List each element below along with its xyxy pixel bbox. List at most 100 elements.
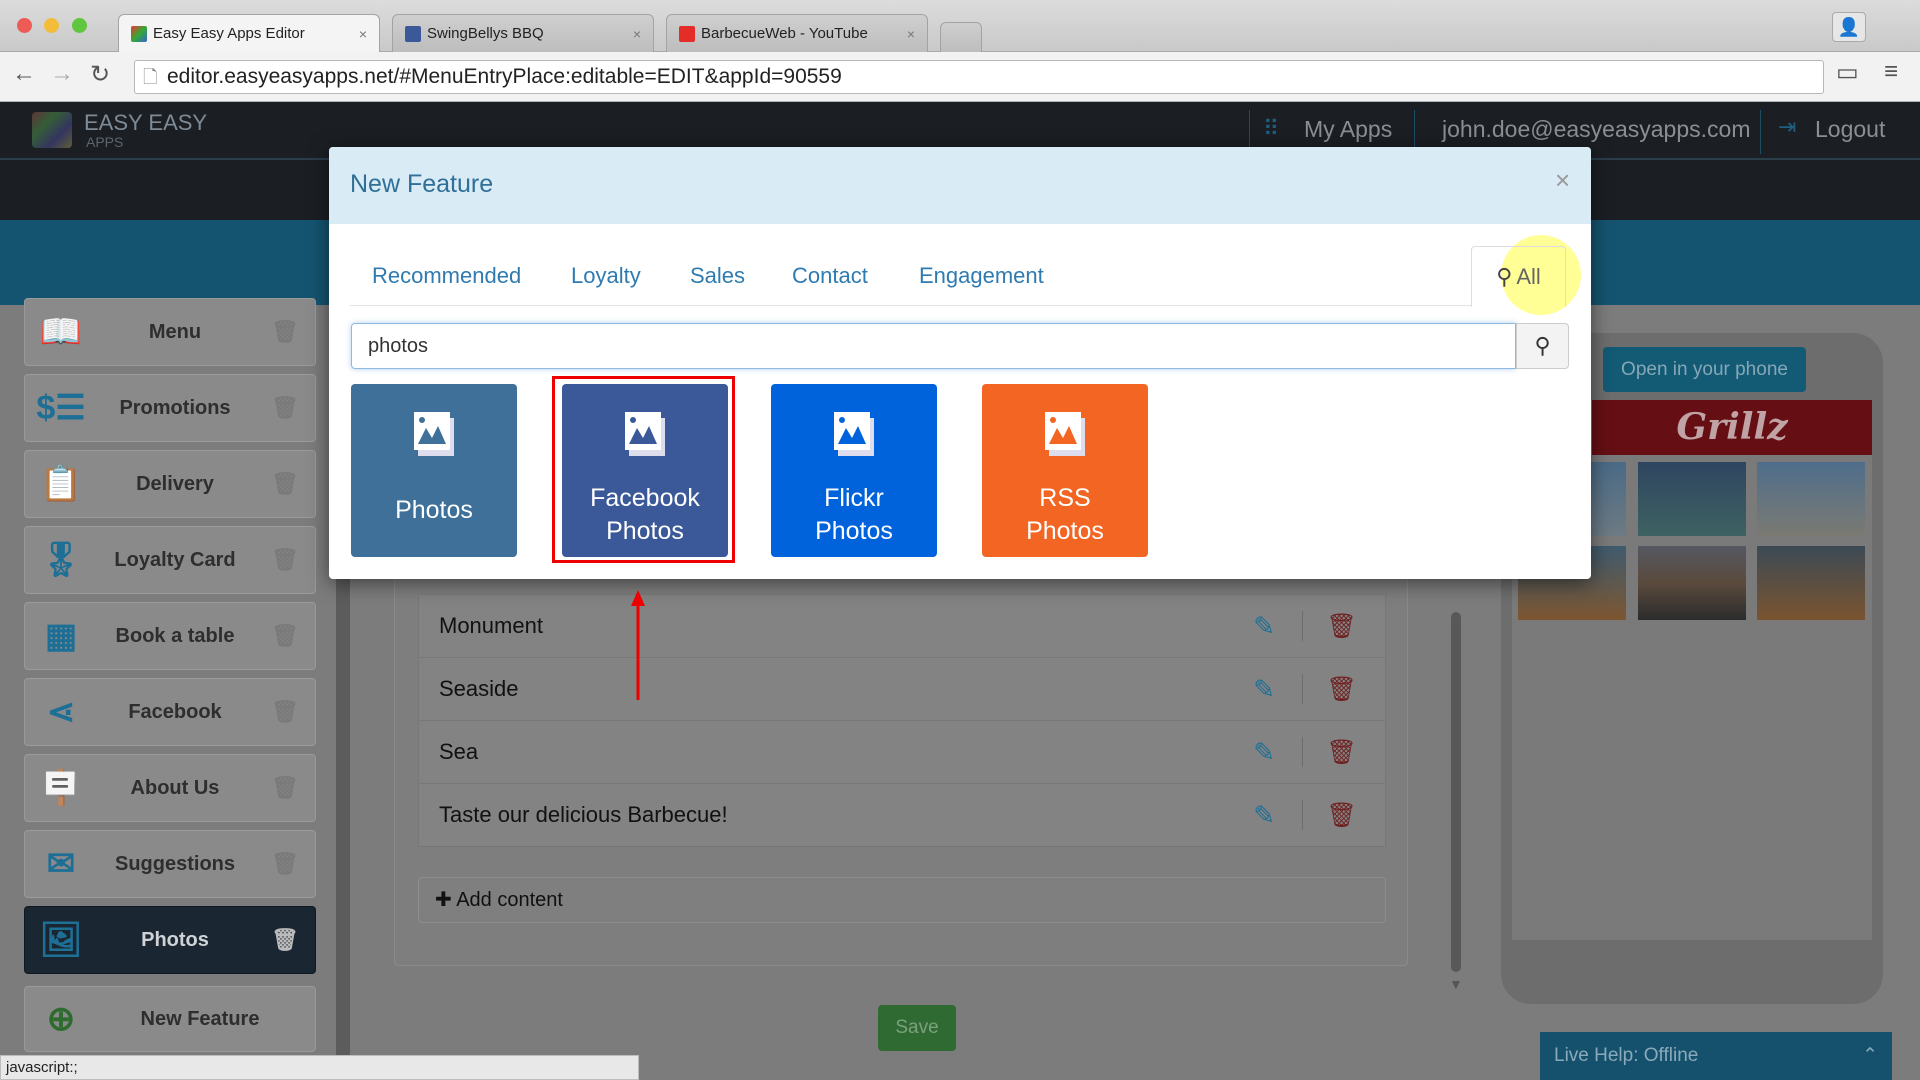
logout-icon: ⇥ bbox=[1778, 114, 1797, 139]
my-apps-link[interactable]: My Apps bbox=[1304, 116, 1392, 143]
ribbon-icon: 🎖 bbox=[39, 541, 83, 579]
url-text: editor.easyeasyapps.net/#MenuEntryPlace:… bbox=[167, 65, 842, 88]
book-icon: 📖 bbox=[39, 313, 83, 351]
feature-tile-flickr-photos[interactable]: Flickr Photos bbox=[771, 384, 937, 557]
trash-icon[interactable]: 🗑 bbox=[265, 319, 305, 345]
close-icon[interactable]: × bbox=[1555, 165, 1570, 196]
row-title: Seaside bbox=[439, 676, 519, 701]
close-window-button[interactable] bbox=[17, 18, 32, 33]
photo-thumbnail[interactable] bbox=[1638, 546, 1746, 620]
sidebar-item-label: Suggestions bbox=[114, 852, 235, 875]
user-email-link[interactable]: john.doe@easyeasyapps.com bbox=[1442, 116, 1750, 143]
sidebar-item-loyalty-card[interactable]: 🎖 Loyalty Card 🗑 bbox=[24, 526, 316, 594]
trash-icon[interactable]: 🗑 bbox=[1327, 612, 1357, 641]
tab-close-icon[interactable]: × bbox=[633, 26, 641, 42]
tab-engagement[interactable]: Engagement bbox=[919, 263, 1044, 289]
plus-circle-icon: ⊕ bbox=[46, 1000, 76, 1038]
menu-icon[interactable]: ≡ bbox=[1884, 58, 1898, 86]
grid-icon: ⠿ bbox=[1263, 116, 1280, 141]
feature-tile-photos[interactable]: Photos bbox=[351, 384, 517, 557]
sidebar-item-promotions[interactable]: $☰ Promotions 🗑 bbox=[24, 374, 316, 442]
row-title: Taste our delicious Barbecue! bbox=[439, 802, 728, 827]
search-button[interactable]: ⚲ bbox=[1516, 323, 1569, 369]
live-help-label: Live Help: Offline bbox=[1554, 1045, 1699, 1066]
open-sign-icon: 🪧 bbox=[39, 769, 83, 807]
receipt-icon: $☰ bbox=[36, 389, 86, 427]
row-title: Monument bbox=[439, 613, 543, 638]
trash-icon[interactable]: 🗑 bbox=[265, 471, 305, 497]
sidebar-item-book-a-table[interactable]: ▦ Book a table 🗑 bbox=[24, 602, 316, 670]
reload-icon[interactable]: ↻ bbox=[90, 60, 110, 89]
youtube-favicon-icon bbox=[679, 25, 695, 42]
trash-icon[interactable]: 🗑 bbox=[265, 623, 305, 649]
trash-icon[interactable]: 🗑 bbox=[1327, 801, 1357, 830]
save-button[interactable]: Save bbox=[878, 1005, 956, 1051]
maximize-window-button[interactable] bbox=[72, 18, 87, 33]
tab-label: SwingBellys BBQ bbox=[427, 25, 544, 42]
open-in-phone-button[interactable]: Open in your phone bbox=[1603, 347, 1806, 392]
logout-link[interactable]: Logout bbox=[1815, 116, 1885, 143]
trash-icon[interactable]: 🗑 bbox=[265, 547, 305, 573]
browser-tab-easyeasy[interactable]: Easy Easy Apps Editor × bbox=[118, 14, 380, 52]
sidebar-item-about-us[interactable]: 🪧 About Us 🗑 bbox=[24, 754, 316, 822]
tab-close-icon[interactable]: × bbox=[907, 26, 915, 42]
content-row[interactable]: Taste our delicious Barbecue! ✎ 🗑 bbox=[418, 783, 1386, 847]
browser-tab-bar: Easy Easy Apps Editor × SwingBellys BBQ … bbox=[0, 0, 1920, 52]
modal-title: New Feature bbox=[350, 170, 494, 198]
content-row[interactable]: Sea ✎ 🗑 bbox=[418, 720, 1386, 784]
sidebar-item-label: Delivery bbox=[136, 472, 214, 495]
sidebar-item-label: Menu bbox=[148, 320, 202, 343]
photo-thumbnail[interactable] bbox=[1757, 546, 1865, 620]
tab-all[interactable]: ⚲ All bbox=[1471, 246, 1566, 307]
cast-icon[interactable]: ▭ bbox=[1836, 58, 1859, 87]
photo-thumbnail[interactable] bbox=[1638, 462, 1746, 536]
calendar-icon: ▦ bbox=[44, 617, 78, 655]
pencil-icon[interactable]: ✎ bbox=[1253, 611, 1275, 642]
pencil-icon[interactable]: ✎ bbox=[1253, 737, 1275, 768]
highlight-box bbox=[552, 376, 735, 563]
trash-icon[interactable]: 🗑 bbox=[265, 851, 305, 877]
trash-icon[interactable]: 🗑 bbox=[1327, 675, 1357, 704]
tab-sales[interactable]: Sales bbox=[690, 263, 745, 289]
photo-thumbnail[interactable] bbox=[1757, 462, 1865, 536]
add-content-button[interactable]: ✚ Add content bbox=[418, 877, 1386, 923]
browser-tab-swingbellys[interactable]: SwingBellys BBQ × bbox=[392, 14, 654, 52]
tab-recommended[interactable]: Recommended bbox=[372, 263, 521, 289]
sidebar-item-label: Loyalty Card bbox=[114, 548, 236, 571]
content-row[interactable]: Monument ✎ 🗑 bbox=[418, 594, 1386, 658]
feature-search-input[interactable] bbox=[351, 323, 1516, 369]
chevron-up-icon[interactable]: ⌃ bbox=[1862, 1032, 1878, 1080]
feature-tile-rss-photos[interactable]: RSS Photos bbox=[982, 384, 1148, 557]
content-row[interactable]: Seaside ✎ 🗑 bbox=[418, 657, 1386, 721]
sidebar-item-delivery[interactable]: 📋 Delivery 🗑 bbox=[24, 450, 316, 518]
minimize-window-button[interactable] bbox=[44, 18, 59, 33]
scrollbar[interactable] bbox=[1451, 612, 1461, 972]
tab-contact[interactable]: Contact bbox=[792, 263, 868, 289]
trash-icon[interactable]: 🗑 bbox=[265, 395, 305, 421]
divider bbox=[1302, 611, 1303, 641]
tab-loyalty[interactable]: Loyalty bbox=[571, 263, 641, 289]
pencil-icon[interactable]: ✎ bbox=[1253, 674, 1275, 705]
browser-tab-youtube[interactable]: BarbecueWeb - YouTube × bbox=[666, 14, 928, 52]
url-bar[interactable]: 🗋 editor.easyeasyapps.net/#MenuEntryPlac… bbox=[134, 60, 1824, 94]
sidebar-item-facebook[interactable]: ⋖ Facebook 🗑 bbox=[24, 678, 316, 746]
trash-icon[interactable]: 🗑 bbox=[265, 699, 305, 725]
sidebar-item-menu[interactable]: 📖 Menu 🗑 bbox=[24, 298, 316, 366]
live-help-bar[interactable]: Live Help: Offline ⌃ bbox=[1540, 1032, 1892, 1080]
profile-icon[interactable]: 👤 bbox=[1832, 12, 1866, 42]
new-feature-button[interactable]: ⊕ New Feature bbox=[24, 986, 316, 1052]
pencil-icon[interactable]: ✎ bbox=[1253, 800, 1275, 831]
trash-icon[interactable]: 🗑 bbox=[1327, 738, 1357, 767]
sidebar-item-suggestions[interactable]: ✉ Suggestions 🗑 bbox=[24, 830, 316, 898]
trash-icon[interactable]: 🗑 bbox=[265, 927, 305, 953]
new-tab-button[interactable] bbox=[940, 22, 982, 52]
new-feature-modal: New Feature × Recommended Loyalty Sales … bbox=[329, 147, 1591, 579]
sidebar-item-photos[interactable]: 🖼 Photos 🗑 bbox=[24, 906, 316, 974]
tab-close-icon[interactable]: × bbox=[359, 26, 367, 42]
clipboard-icon: 📋 bbox=[39, 465, 83, 503]
scroll-down-icon[interactable]: ▼ bbox=[1449, 976, 1463, 992]
sidebar-item-label: Photos bbox=[141, 928, 209, 951]
trash-icon[interactable]: 🗑 bbox=[265, 775, 305, 801]
forward-icon[interactable]: → bbox=[50, 60, 74, 88]
back-icon[interactable]: ← bbox=[12, 60, 36, 88]
